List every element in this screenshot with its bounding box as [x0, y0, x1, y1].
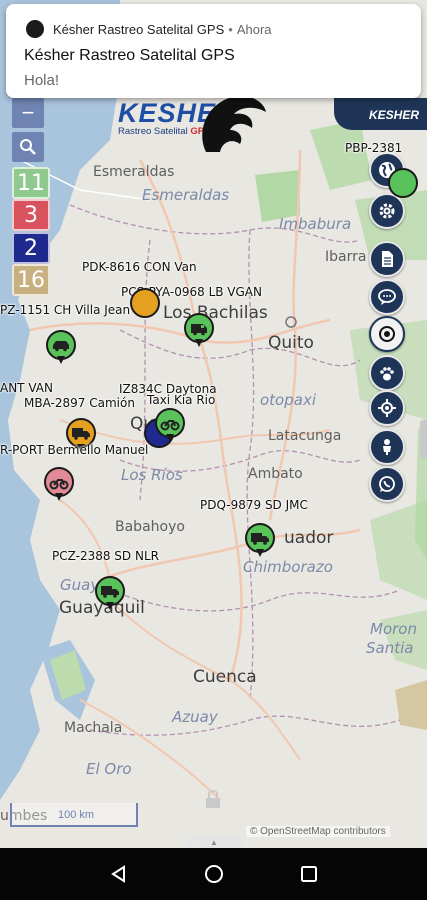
- map-attribution[interactable]: © OpenStreetMap contributors: [246, 826, 390, 837]
- side-panel-handle[interactable]: [420, 420, 427, 458]
- report-button[interactable]: [369, 241, 405, 277]
- vehicle-pin-tail: [57, 356, 65, 364]
- eagle-icon: [202, 95, 266, 152]
- vehicle-marker-green[interactable]: [388, 168, 418, 202]
- car-icon: [53, 341, 69, 352]
- recents-icon: [301, 866, 317, 882]
- search-icon: [20, 139, 36, 155]
- truck-icon: [251, 533, 269, 545]
- vehicle-pin-tail: [195, 339, 203, 347]
- kesher-logo: KESHER Rastreo Satelital GPS: [114, 95, 274, 158]
- center-button[interactable]: [369, 316, 405, 352]
- app-icon: [26, 20, 44, 38]
- whatsapp-button[interactable]: [369, 466, 405, 502]
- gear-icon: [379, 203, 395, 219]
- vehicle-label: R-PORT Bermello Manuel: [0, 443, 149, 457]
- vehicle-label: PDQ-9879 SD JMC: [200, 498, 308, 512]
- vehicle-pin-tail: [106, 602, 114, 610]
- vehicle-pin-tail: [256, 549, 264, 557]
- vehicle-marker-car[interactable]: [46, 330, 76, 364]
- vehicle-marker-orange[interactable]: [130, 288, 160, 322]
- counter-stopped[interactable]: 2: [12, 232, 50, 264]
- notification-card[interactable]: Késher Rastreo Satelital GPS • Ahora Késhe…: [6, 4, 421, 98]
- vehicle-pin-tail: [166, 434, 174, 442]
- vehicle-label: PDK-8616 CON Van: [82, 260, 197, 274]
- home-button[interactable]: [201, 861, 227, 887]
- tracking-button[interactable]: [369, 355, 405, 391]
- vehicle-marker-truck-green[interactable]: [245, 523, 275, 557]
- vehicle-pin-tail: [55, 493, 63, 501]
- counter-online[interactable]: 11: [12, 167, 50, 199]
- region-morona-a: Moron: [370, 620, 417, 638]
- motorcycle-icon: [49, 479, 69, 490]
- crosshair-icon: [378, 399, 396, 417]
- user-button[interactable]: [369, 429, 405, 465]
- van-icon: [191, 324, 207, 336]
- back-icon: [111, 865, 125, 883]
- place-cuenca: Cuenca: [193, 667, 257, 687]
- vehicle-label: PBP-2381: [345, 141, 403, 155]
- region-cotopaxi: otopaxi: [260, 391, 316, 409]
- place-quito: Quito: [268, 333, 314, 353]
- region-morona-b: Santia: [366, 639, 414, 657]
- region-esmeraldas: Esmeraldas: [142, 186, 230, 204]
- vehicle-marker-motorcycle-red[interactable]: [44, 467, 74, 501]
- lock-icon[interactable]: [202, 788, 224, 810]
- map-scale: 100 km: [10, 803, 138, 827]
- place-babahoyo: Babahoyo: [115, 519, 185, 535]
- home-icon: [205, 865, 223, 883]
- locate-button[interactable]: [369, 390, 405, 426]
- vehicle-marker-truck-green-2[interactable]: [95, 576, 125, 610]
- back-button[interactable]: [106, 861, 132, 887]
- region-los-rios: Los Ríos: [121, 466, 183, 484]
- zoom-out-button[interactable]: −: [12, 98, 44, 128]
- region-el-oro: El Oro: [86, 760, 132, 778]
- truck-icon: [72, 428, 90, 440]
- bottom-sheet-handle[interactable]: ▲: [186, 836, 242, 848]
- whatsapp-icon: [379, 476, 395, 492]
- vehicle-label: PCZ-2388 SD NLR: [52, 549, 159, 563]
- vehicle-label: ANT VAN: [0, 381, 53, 395]
- counter-alert[interactable]: 3: [12, 199, 50, 231]
- place-esmeraldas: Esmeraldas: [93, 164, 175, 180]
- search-button[interactable]: [12, 132, 44, 162]
- place-machala: Machala: [64, 720, 123, 736]
- vehicle-label: MBA-2897 Camión: [24, 396, 135, 410]
- target-icon: [379, 326, 395, 342]
- vehicle-pin: [388, 168, 418, 198]
- corner-logo: KESHER: [334, 98, 427, 130]
- place-ambato: Ambato: [248, 466, 303, 482]
- region-azuay: Azuay: [172, 708, 218, 726]
- notification-body: Hola!: [24, 72, 60, 89]
- place-ibarra: Ibarra: [325, 249, 367, 265]
- truck-icon: [101, 586, 119, 598]
- vehicle-pin: [130, 288, 160, 318]
- place-los-bachilas: Los Bachilas: [163, 303, 268, 323]
- place-latacunga: Latacunga: [268, 428, 342, 444]
- region-chimborazo: Chimborazo: [243, 558, 333, 576]
- place-ecuador: uador: [284, 528, 334, 548]
- region-imbabura: Imbabura: [279, 215, 352, 233]
- document-icon: [382, 251, 393, 267]
- recents-button[interactable]: [296, 861, 322, 887]
- person-icon: [383, 439, 391, 455]
- notification-header: Késher Rastreo Satelital GPS • Ahora: [53, 22, 272, 37]
- system-navigation-bar: [0, 848, 427, 900]
- vehicle-label: Taxi Kia Rio: [147, 393, 216, 407]
- vehicle-marker-van[interactable]: [184, 313, 214, 347]
- chat-icon: [378, 289, 396, 305]
- vehicle-label: PZ-1151 CH Villa Jean: [0, 303, 131, 317]
- messages-button[interactable]: [369, 279, 405, 315]
- notification-title: Késher Rastreo Satelital GPS: [24, 47, 235, 64]
- counter-offline[interactable]: 16: [12, 264, 50, 296]
- map-view[interactable]: Esmeraldas Esmeraldas Imbabura Ibarra Lo…: [0, 0, 427, 848]
- paw-icon: [380, 367, 394, 381]
- motorcycle-icon: [160, 420, 180, 431]
- vehicle-marker-motorcycle-green[interactable]: [155, 408, 185, 442]
